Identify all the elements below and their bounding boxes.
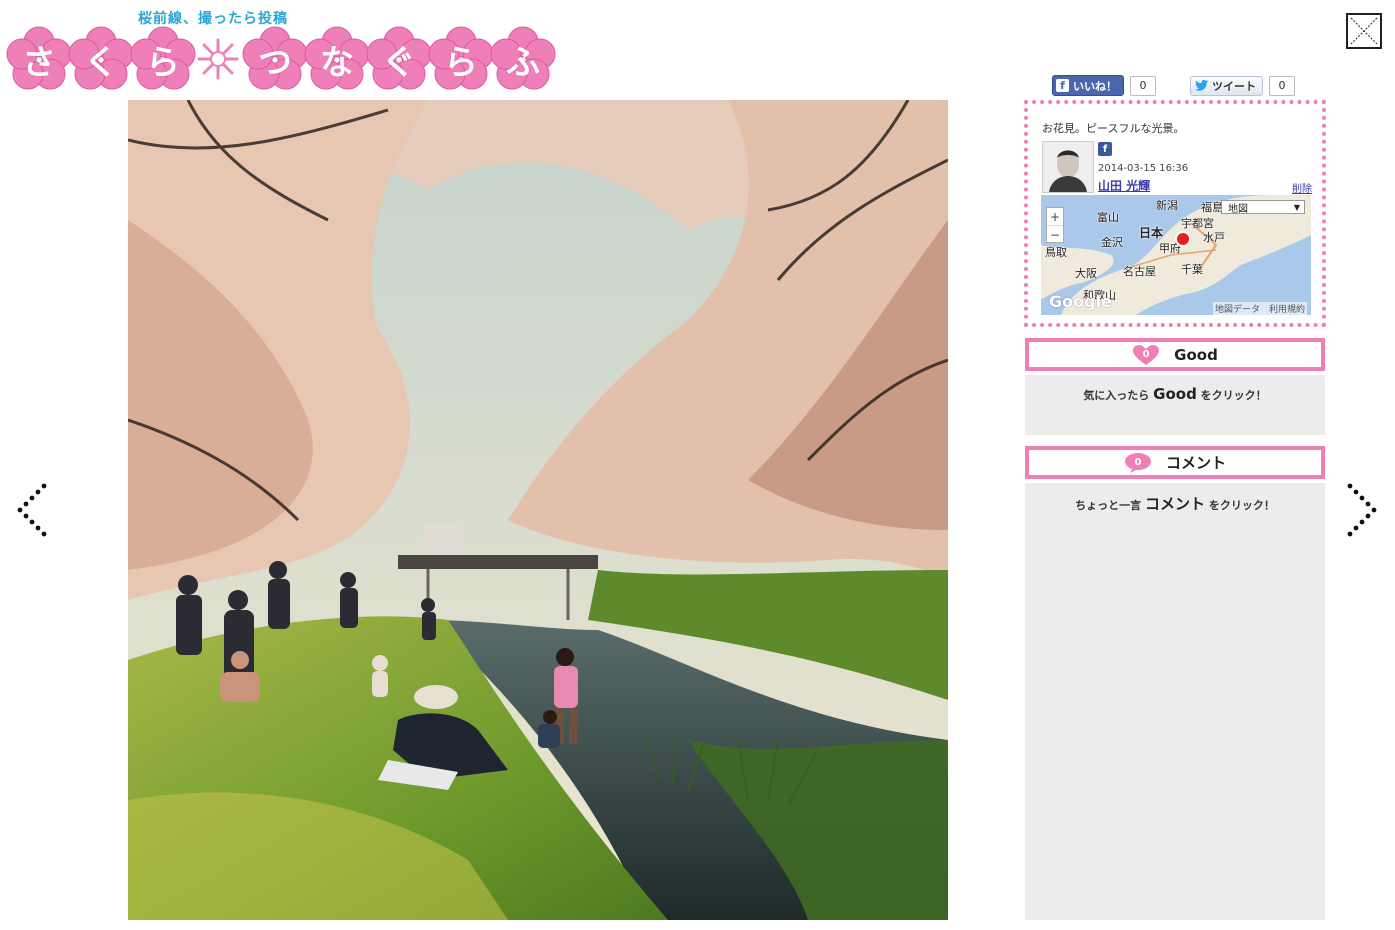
map-label: 鳥取 [1045,246,1067,259]
tweet-button[interactable]: ツイート [1190,75,1263,96]
comment-count: 0 [1134,457,1142,468]
google-logo: Google [1049,292,1112,311]
location-map[interactable]: 新潟 福島 富山 宇都宮 日本 金沢 甲府 水戸 鳥取 名古屋 千葉 大阪 和歌… [1041,195,1311,315]
post-caption: お花見。ピースフルな光景。 [1042,122,1185,135]
map-footer[interactable]: 地図データ 利用規約 [1212,302,1307,315]
zoom-out-button[interactable]: − [1047,226,1063,243]
good-button[interactable]: 0 Good [1025,338,1325,371]
twitter-bird-icon [1195,80,1208,91]
map-label: 名古屋 [1123,265,1156,278]
map-label: 水戸 [1203,231,1225,244]
facebook-like-button[interactable]: f いいね！ [1052,75,1124,96]
logo-petal: な [304,26,370,92]
close-icon [1350,17,1378,45]
map-type-label: 地図 [1228,203,1248,215]
site-logo[interactable]: 桜前線、撮ったら投稿 さ く ら つ な ぐ ら ふ [6,4,556,96]
tweet-count: 0 [1269,75,1295,96]
map-label: 千葉 [1181,263,1203,276]
close-button[interactable] [1346,13,1382,49]
good-hint: 気に入ったら Good をクリック！ [1083,385,1267,403]
post-photo [128,100,948,920]
good-label: Good [1174,345,1218,364]
dropdown-arrow-icon: ▼ [1293,202,1300,212]
map-zoom-control: + − [1046,207,1064,243]
map-label: 日本 [1139,226,1164,240]
map-label: 新潟 [1156,199,1178,212]
chevron-left-icon [17,483,47,537]
good-count-badge: 0 [1132,344,1160,366]
logo-petal: ぐ [366,26,432,92]
delete-link[interactable]: 削除 [1292,180,1312,195]
location-pin-icon[interactable] [1175,231,1191,247]
share-bar: f いいね！ 0 ツイート 0 [1052,75,1295,96]
comment-button[interactable]: 0 コメント [1025,446,1325,479]
next-button[interactable] [1342,480,1378,540]
facebook-icon: f [1056,79,1069,92]
chevron-right-icon [1347,483,1377,537]
map-label: 大阪 [1075,267,1097,280]
tweet-label: ツイート [1212,79,1256,93]
prev-button[interactable] [16,480,52,540]
comment-label: コメント [1165,454,1226,472]
comment-hint: ちょっと一言 コメント をクリック！ [1075,495,1275,513]
user-avatar[interactable] [1042,141,1094,193]
logo-petal: ら [428,26,494,92]
map-label: 金沢 [1101,236,1123,249]
logo-petal: く [68,26,134,92]
site-title: さ く ら つ な ぐ ら ふ [6,24,556,94]
good-body[interactable]: 気に入ったら Good をクリック！ [1025,375,1325,435]
zoom-in-button[interactable]: + [1047,208,1063,226]
logo-petal: さ [6,26,72,92]
facebook-icon[interactable]: f [1098,142,1112,156]
map-label: 福島 [1201,201,1223,214]
map-type-select[interactable]: 地図 ▼ [1221,200,1305,215]
user-name-link[interactable]: 山田 光輝 [1098,177,1150,194]
post-info-panel: お花見。ピースフルな光景。 f 2014-03-15 16:36 山田 光輝 削… [1024,100,1326,327]
logo-petal: つ [242,26,308,92]
logo-petal: ふ [490,26,556,92]
comment-body[interactable]: ちょっと一言 コメント をクリック！ [1025,483,1325,920]
logo-petal: ら [130,26,196,92]
sparkle-icon [197,38,239,80]
good-count: 0 [1142,349,1150,360]
comment-count-badge: 0 [1124,452,1152,474]
like-label: いいね！ [1073,79,1117,93]
avatar-portrait-icon [1043,142,1093,192]
map-label: 富山 [1097,211,1119,224]
like-count: 0 [1130,75,1156,96]
post-date: 2014-03-15 16:36 [1098,163,1189,174]
